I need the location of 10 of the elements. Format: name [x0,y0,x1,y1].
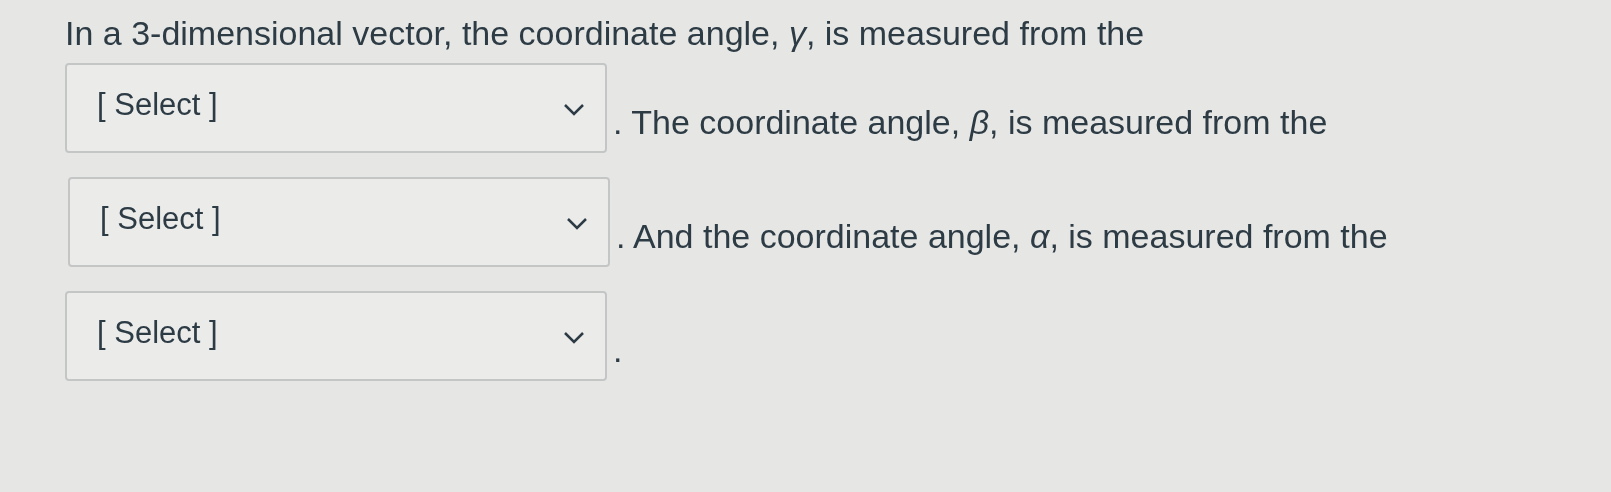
question-text: . And the coordinate angle, α, is measured from the [616,215,1388,256]
question-text: . [613,329,623,370]
answer-dropdown[interactable]: [ Select ] [65,291,607,381]
question-text: . The coordinate angle, β, is measured from the [613,101,1328,142]
answer-dropdown[interactable]: [ Select ] [65,63,607,153]
chevron-down-icon [566,217,588,231]
chevron-down-icon [563,331,585,345]
question-text: In a 3-dimensional vector, the coordinate angle, γ, is measured from the [65,14,1146,53]
answer-dropdown[interactable]: [ Select ] [68,177,610,267]
chevron-down-icon [563,103,585,117]
